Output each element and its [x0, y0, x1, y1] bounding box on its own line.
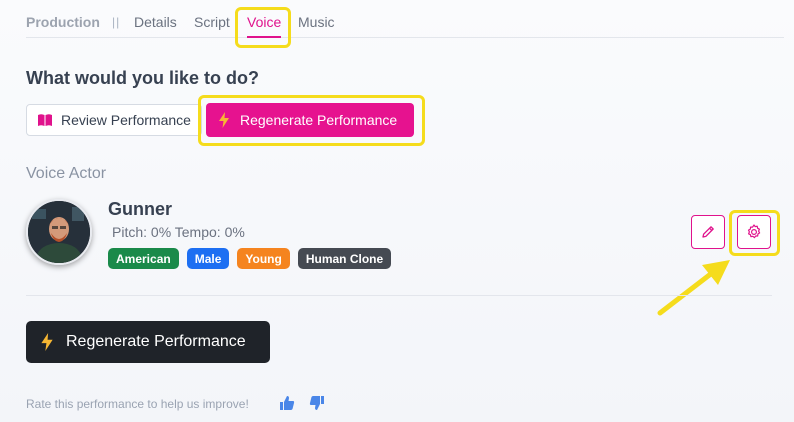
- book-open-icon: [38, 114, 52, 126]
- tab-script[interactable]: Script: [194, 14, 230, 30]
- tab-details[interactable]: Details: [134, 14, 177, 30]
- voice-actor-name: Gunner: [108, 199, 173, 219]
- review-performance-button[interactable]: Review Performance: [26, 104, 202, 136]
- lightning-bolt-icon: [41, 333, 53, 351]
- voice-actor-pitch-tempo: Pitch: 0% Tempo: 0%: [112, 224, 245, 240]
- section-divider: [26, 295, 772, 296]
- tag-male: Male: [186, 248, 230, 269]
- highlight-settings-button: [729, 210, 780, 256]
- tab-separator: ||: [112, 15, 121, 29]
- tab-music[interactable]: Music: [298, 14, 335, 30]
- regenerate-performance-footer-label: Regenerate Performance: [66, 333, 246, 350]
- highlight-voice-tab: [235, 7, 291, 48]
- page-question: What would you like to do?: [26, 68, 259, 88]
- rate-performance-text: Rate this performance to help us improve…: [26, 397, 249, 411]
- review-performance-label: Review Performance: [61, 112, 191, 128]
- voice-actor-heading: Voice Actor: [26, 165, 107, 182]
- tab-bar: Production || Details Script Voice Music: [26, 0, 784, 38]
- tab-production[interactable]: Production: [26, 14, 100, 30]
- tag-young: Young: [237, 248, 290, 269]
- regenerate-performance-footer-button[interactable]: Regenerate Performance: [26, 321, 270, 363]
- tag-human-clone: Human Clone: [297, 248, 392, 269]
- highlight-regenerate-button: [198, 95, 425, 146]
- avatar-portrait-icon: [28, 201, 90, 263]
- thumbs-down-icon[interactable]: [308, 394, 326, 412]
- edit-voice-button[interactable]: [691, 215, 725, 249]
- voice-actor-avatar: [26, 199, 92, 265]
- thumbs-up-icon[interactable]: [278, 394, 296, 412]
- tag-american: American: [108, 248, 179, 269]
- annotation-arrow-icon: [657, 260, 730, 316]
- voice-actor-tags: American Male Young Human Clone: [108, 248, 392, 269]
- pencil-icon: [702, 226, 714, 238]
